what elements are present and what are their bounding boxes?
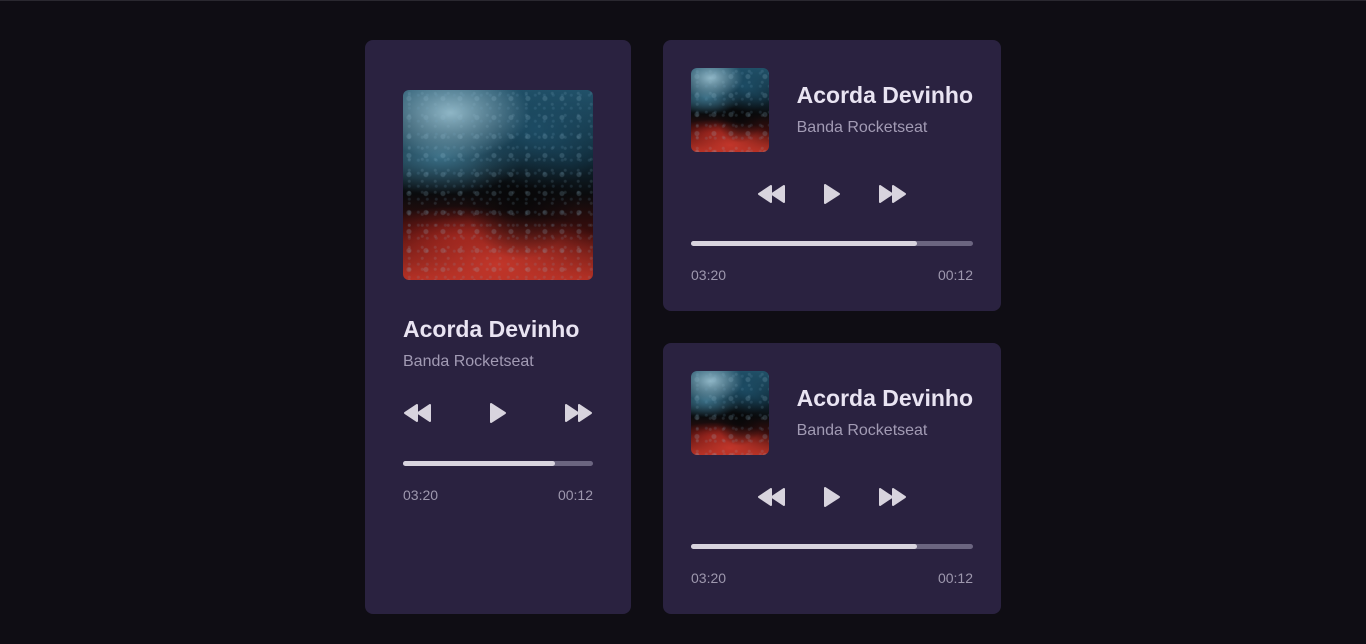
- fast-forward-button[interactable]: [877, 485, 907, 509]
- rewind-button[interactable]: [757, 485, 787, 509]
- player-header: Acorda Devinho Banda Rocketseat: [691, 68, 973, 152]
- play-icon: [824, 184, 840, 204]
- rewind-icon: [758, 185, 785, 203]
- album-cover: [691, 68, 769, 152]
- music-player-card-small: Acorda Devinho Banda Rocketseat 03:20 00…: [663, 343, 1001, 614]
- play-icon: [490, 403, 506, 423]
- time-elapsed: 03:20: [691, 267, 727, 283]
- time-elapsed: 03:20: [691, 570, 727, 586]
- music-player-card-large: Acorda Devinho Banda Rocketseat 03:20 00…: [365, 40, 631, 614]
- fast-forward-icon: [565, 404, 592, 422]
- progress-fill: [691, 241, 917, 246]
- time-row: 03:20 00:12: [691, 570, 973, 586]
- music-player-card-small: Acorda Devinho Banda Rocketseat 03:20 00…: [663, 40, 1001, 311]
- progress-bar[interactable]: [691, 544, 973, 549]
- progress-fill: [403, 461, 555, 466]
- track-artist: Banda Rocketseat: [796, 119, 928, 136]
- time-row: 03:20 00:12: [691, 267, 973, 283]
- rewind-icon: [404, 404, 431, 422]
- progress-bar[interactable]: [691, 241, 973, 246]
- album-cover: [403, 90, 593, 280]
- playback-controls: [403, 401, 593, 425]
- time-remaining: 00:12: [557, 487, 593, 503]
- rewind-button[interactable]: [403, 401, 433, 425]
- track-info: Acorda Devinho Banda Rocketseat: [403, 316, 593, 371]
- play-icon: [824, 487, 840, 507]
- playback-controls: [691, 485, 973, 509]
- track-info: Acorda Devinho Banda Rocketseat: [797, 68, 973, 137]
- playback-controls: [691, 182, 973, 206]
- rewind-button[interactable]: [757, 182, 787, 206]
- time-elapsed: 03:20: [403, 487, 439, 503]
- play-button[interactable]: [817, 485, 847, 509]
- top-border: [0, 0, 1366, 1]
- track-artist: Banda Rocketseat: [796, 422, 928, 439]
- fast-forward-button[interactable]: [877, 182, 907, 206]
- fast-forward-icon: [879, 185, 906, 203]
- progress-bar[interactable]: [403, 461, 593, 466]
- fast-forward-button[interactable]: [563, 401, 593, 425]
- rewind-icon: [758, 488, 785, 506]
- fast-forward-icon: [879, 488, 906, 506]
- time-remaining: 00:12: [937, 267, 973, 283]
- track-info: Acorda Devinho Banda Rocketseat: [797, 371, 973, 440]
- player-header: Acorda Devinho Banda Rocketseat: [691, 371, 973, 455]
- time-remaining: 00:12: [937, 570, 973, 586]
- track-artist: Banda Rocketseat: [403, 353, 534, 370]
- album-cover: [691, 371, 769, 455]
- track-title: Acorda Devinho: [796, 385, 973, 411]
- track-title: Acorda Devinho: [403, 316, 580, 342]
- play-button[interactable]: [817, 182, 847, 206]
- progress-fill: [691, 544, 917, 549]
- time-row: 03:20 00:12: [403, 487, 593, 503]
- play-button[interactable]: [483, 401, 513, 425]
- track-title: Acorda Devinho: [796, 82, 973, 108]
